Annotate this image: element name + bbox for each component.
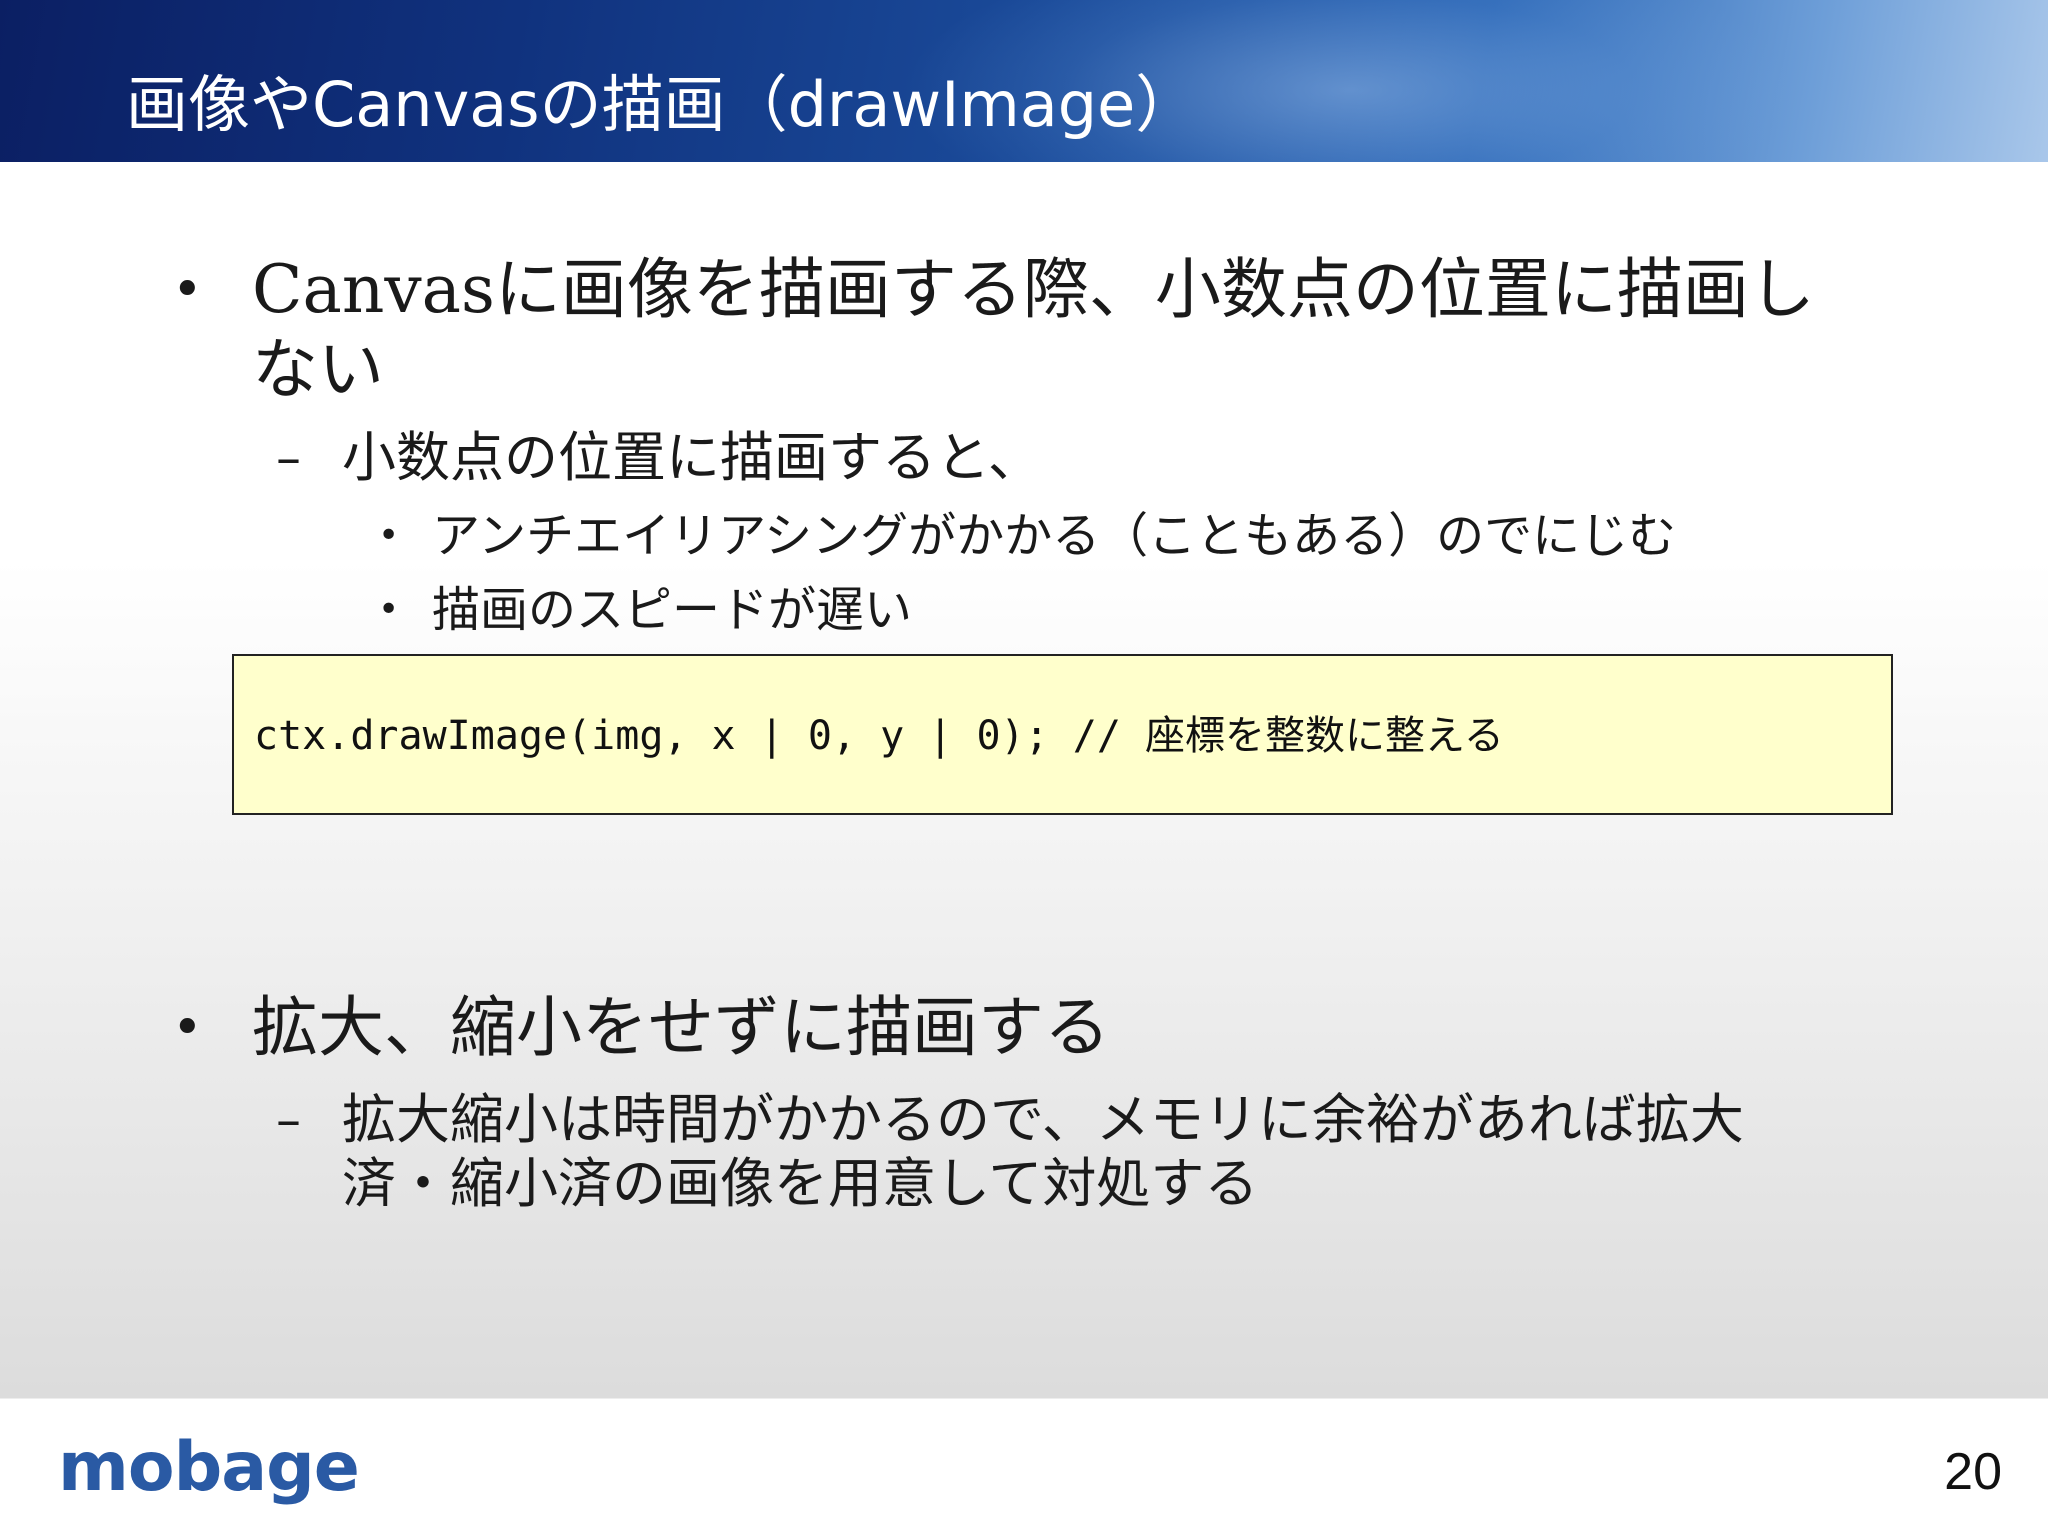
bullet-1-line-2: ない	[252, 331, 384, 408]
bullet-1-line-1: Canvasに画像を描画する際、小数点の位置に描画し	[252, 251, 1815, 328]
code-box: ctx.drawImage(img, x | 0, y | 0); // 座標を…	[232, 654, 1893, 815]
bullet-mark: •	[172, 998, 203, 1058]
dash-mark: –	[276, 429, 301, 487]
bullet-1-subsub-1: アンチエイリアシングがかかる（こともある）のでにじむ	[432, 508, 1677, 564]
bullet-2-sub-line-1: 拡大縮小は時間がかかるので、メモリに余裕があれば拡大	[342, 1088, 1744, 1151]
bullet-mark: •	[172, 260, 203, 320]
bullet-1-sub: 小数点の位置に描画すると、	[342, 426, 1042, 489]
slide-title: 画像やCanvasの描画（drawImage）	[126, 68, 1198, 141]
bullet-1-subsub-2: 描画のスピードが遅い	[432, 582, 913, 638]
dash-mark: –	[276, 1091, 301, 1149]
code-snippet: ctx.drawImage(img, x | 0, y | 0); // 座標を…	[254, 713, 1504, 759]
mobage-logo: mobage	[58, 1428, 360, 1507]
bullet-2-sub-line-2: 済・縮小済の画像を用意して対処する	[342, 1152, 1259, 1215]
bullet-2-line-1: 拡大、縮小をせずに描画する	[252, 989, 1110, 1066]
page-number: 20	[1944, 1443, 2002, 1501]
title-bar: 画像やCanvasの描画（drawImage）	[0, 0, 2048, 162]
subsub-mark: •	[378, 515, 400, 556]
subsub-mark: •	[378, 589, 400, 630]
